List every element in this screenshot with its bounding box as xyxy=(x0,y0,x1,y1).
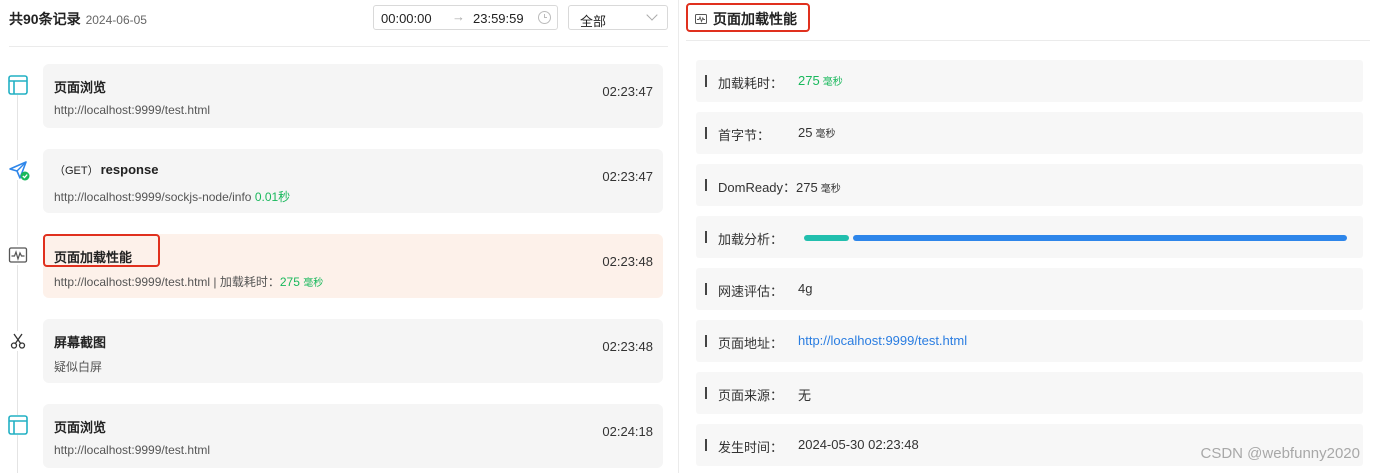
detail-label: 网速评估： xyxy=(718,284,784,299)
record-time: 02:23:48 xyxy=(602,254,653,269)
record-url: http://localhost:9999/test.html xyxy=(54,103,211,117)
browser-window-icon xyxy=(8,75,28,95)
record-url: http://localhost:9999/test.html xyxy=(54,443,211,457)
detail-value: 25 毫秒 xyxy=(798,125,835,140)
record-url: http://localhost:9999/test.html | 加载耗时：2… xyxy=(54,273,323,290)
detail-value: 2024-05-30 02:23:48 xyxy=(798,437,919,452)
first-byte-value: 25 xyxy=(798,125,813,140)
first-byte-unit: 毫秒 xyxy=(815,129,836,140)
record-desc: 疑似白屏 xyxy=(54,360,103,374)
record-count-label: 共90条记录 xyxy=(9,11,81,27)
time-start[interactable]: 00:00:00 xyxy=(381,11,432,26)
record-time: 02:23:47 xyxy=(602,84,653,99)
load-analysis-bar xyxy=(804,216,1347,258)
records-toolbar: 共90条记录 2024-06-05 00:00:00 → 23:59:59 全部 xyxy=(0,0,678,46)
record-title: （GET） response xyxy=(54,162,158,178)
detail-row-network: 网速评估： 4g xyxy=(696,268,1363,310)
type-filter-value: 全部 xyxy=(580,14,607,29)
detail-label: 发生时间： xyxy=(718,440,784,455)
row-marker xyxy=(705,283,707,295)
type-filter-select[interactable]: 全部 xyxy=(568,5,668,30)
detail-value: 4g xyxy=(798,281,813,296)
record-time: 02:23:48 xyxy=(602,339,653,354)
scissors-icon xyxy=(8,331,28,351)
record-time: 02:24:18 xyxy=(602,424,653,439)
record-card[interactable]: 页面浏览 http://localhost:9999/test.html 02:… xyxy=(43,64,663,128)
record-date: 2024-06-05 xyxy=(85,13,147,27)
request-title: response xyxy=(100,162,159,177)
dom-ready-value: 275 xyxy=(796,180,818,195)
row-marker xyxy=(705,231,707,243)
detail-label: 加载分析： xyxy=(718,232,784,247)
row-marker xyxy=(705,179,707,191)
request-method: （GET） xyxy=(54,165,99,177)
page-url-link[interactable]: http://localhost:9999/test.html xyxy=(798,333,967,348)
record-title: 页面浏览 xyxy=(54,80,107,95)
row-marker xyxy=(705,387,707,399)
record-title: 页面浏览 xyxy=(54,420,107,435)
time-end[interactable]: 23:59:59 xyxy=(473,11,524,26)
record-title: 屏幕截图 xyxy=(54,335,107,350)
detail-label: 页面来源： xyxy=(718,388,784,403)
detail-row-page-url: 页面地址： http://localhost:9999/test.html xyxy=(696,320,1363,362)
detail-title: 页面加载性能 xyxy=(713,11,797,27)
perf-load-value: 275 xyxy=(279,275,300,289)
detail-label: 首字节： xyxy=(718,128,771,143)
detail-label: 加载耗时： xyxy=(718,76,784,91)
record-card[interactable]: 页面浏览 http://localhost:9999/test.html 02:… xyxy=(43,404,663,468)
performance-chart-icon xyxy=(695,11,707,24)
load-time-unit: 毫秒 xyxy=(822,77,843,88)
row-marker xyxy=(705,335,707,347)
performance-chart-icon xyxy=(8,245,28,265)
panel-divider xyxy=(678,0,679,473)
record-time: 02:23:47 xyxy=(602,169,653,184)
record-card[interactable]: （GET） response http://localhost:9999/sock… xyxy=(43,149,663,213)
load-analysis-segment xyxy=(853,235,1347,241)
detail-row-first-byte: 首字节： 25 毫秒 xyxy=(696,112,1363,154)
load-analysis-segment xyxy=(804,235,849,241)
records-panel: 共90条记录 2024-06-05 00:00:00 → 23:59:59 全部 … xyxy=(0,0,678,473)
row-marker xyxy=(705,127,707,139)
perf-url: http://localhost:9999/test.html | 加载耗时： xyxy=(54,275,280,289)
clock-icon xyxy=(538,11,551,24)
detail-row-dom-ready: DomReady：275 毫秒 xyxy=(696,164,1363,206)
chevron-down-icon xyxy=(646,9,658,21)
detail-row-source: 页面来源： 无 xyxy=(696,372,1363,414)
detail-value: 275 毫秒 xyxy=(798,73,843,88)
perf-load-unit: 毫秒 xyxy=(303,278,324,289)
arrow-right-icon: → xyxy=(452,9,465,24)
browser-window-icon xyxy=(8,415,28,435)
detail-row-analysis: 加载分析： xyxy=(696,216,1363,258)
detail-label: DomReady：275 毫秒 xyxy=(718,177,841,196)
dom-ready-unit: 毫秒 xyxy=(820,184,841,195)
toolbar-divider xyxy=(9,46,668,47)
time-range-picker[interactable]: 00:00:00 → 23:59:59 xyxy=(373,5,558,30)
request-duration: 0.01秒 xyxy=(254,190,291,204)
request-url: http://localhost:9999/sockjs-node/info xyxy=(54,190,252,204)
detail-row-load-time: 加载耗时： 275 毫秒 xyxy=(696,60,1363,102)
detail-label: 页面地址： xyxy=(718,336,784,351)
record-url: http://localhost:9999/sockjs-node/info 0… xyxy=(54,188,290,205)
record-count: 共90条记录 2024-06-05 xyxy=(9,9,147,29)
detail-panel: 页面加载性能 加载耗时： 275 毫秒 首字节： 25 毫秒 DomReady：27… xyxy=(686,0,1370,473)
detail-divider xyxy=(686,40,1370,41)
load-time-value: 275 xyxy=(798,73,820,88)
send-request-icon xyxy=(8,160,30,181)
watermark: CSDN @webfunny2020 xyxy=(1200,445,1360,462)
highlight-annotation xyxy=(43,234,160,267)
detail-value: 无 xyxy=(798,388,812,403)
row-marker xyxy=(705,75,707,87)
dom-ready-label: DomReady： xyxy=(718,180,797,195)
record-card[interactable]: 屏幕截图 疑似白屏 02:23:48 xyxy=(43,319,663,383)
row-marker xyxy=(705,439,707,451)
